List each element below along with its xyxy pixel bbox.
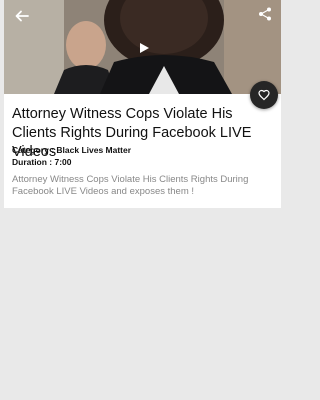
- video-thumbnail[interactable]: [4, 0, 281, 94]
- share-icon[interactable]: [257, 6, 273, 22]
- video-card[interactable]: Attorney Witness Cops Violate His Client…: [4, 0, 281, 208]
- play-icon[interactable]: [138, 41, 150, 53]
- back-icon[interactable]: [14, 8, 30, 24]
- category-label: Category : Black Lives Matter: [12, 145, 132, 155]
- heart-outline-icon: [258, 89, 270, 101]
- duration-label: Duration : 7:00: [12, 157, 72, 167]
- post-description: Attorney Witness Cops Violate His Client…: [12, 174, 249, 197]
